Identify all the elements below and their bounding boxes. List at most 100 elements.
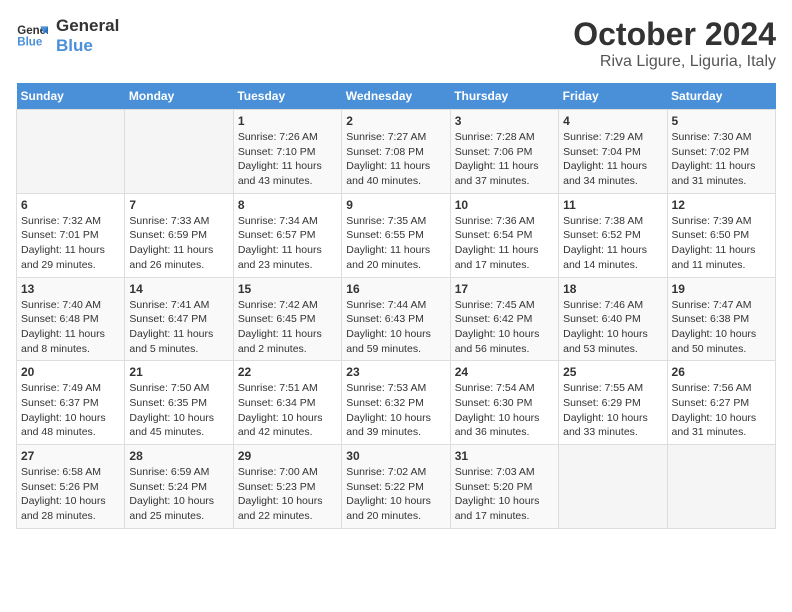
calendar-cell: 26Sunrise: 7:56 AMSunset: 6:27 PMDayligh… xyxy=(667,361,775,445)
calendar-cell: 30 Sunrise: 7:02 AMSunset: 5:22 PMDayligh… xyxy=(342,445,450,529)
page-header: General Blue General Blue October 2024 R… xyxy=(16,16,776,71)
calendar-cell: 19 Sunrise: 7:47 AMSunset: 6:38 PMDayligh… xyxy=(667,277,775,361)
cell-details: Sunrise: 7:45 AMSunset: 6:42 PMDaylight:… xyxy=(455,298,554,357)
calendar-cell: 17 Sunrise: 7:45 AMSunset: 6:42 PMDayligh… xyxy=(450,277,558,361)
cell-details: Sunrise: 7:50 AMSunset: 6:35 PMDaylight:… xyxy=(129,381,228,440)
calendar-cell: 22Sunrise: 7:51 AMSunset: 6:34 PMDayligh… xyxy=(233,361,341,445)
cell-details: Sunrise: 7:41 AMSunset: 6:47 PMDaylight:… xyxy=(129,298,228,357)
calendar-cell xyxy=(17,110,125,194)
page-title: October 2024 xyxy=(573,16,776,53)
cell-details: Sunrise: 7:00 AMSunset: 5:23 PMDaylight:… xyxy=(238,465,337,524)
cell-details: Sunrise: 7:32 AMSunset: 7:01 PMDaylight:… xyxy=(21,214,120,273)
day-number: 13 xyxy=(21,282,120,296)
cell-details: Sunrise: 7:29 AMSunset: 7:04 PMDaylight:… xyxy=(563,130,662,189)
calendar-cell: 2 Sunrise: 7:27 AMSunset: 7:08 PMDaylight… xyxy=(342,110,450,194)
calendar-cell: 18Sunrise: 7:46 AMSunset: 6:40 PMDayligh… xyxy=(559,277,667,361)
day-number: 24 xyxy=(455,365,554,379)
calendar-cell xyxy=(559,445,667,529)
cell-details: Sunrise: 7:54 AMSunset: 6:30 PMDaylight:… xyxy=(455,381,554,440)
cell-details: Sunrise: 7:27 AMSunset: 7:08 PMDaylight:… xyxy=(346,130,445,189)
calendar-cell: 25 Sunrise: 7:55 AMSunset: 6:29 PMDayligh… xyxy=(559,361,667,445)
logo-line2: Blue xyxy=(56,36,119,56)
day-number: 25 xyxy=(563,365,662,379)
cell-details: Sunrise: 7:40 AMSunset: 6:48 PMDaylight:… xyxy=(21,298,120,357)
day-number: 4 xyxy=(563,114,662,128)
day-number: 19 xyxy=(672,282,771,296)
day-number: 27 xyxy=(21,449,120,463)
cell-details: Sunrise: 7:36 AMSunset: 6:54 PMDaylight:… xyxy=(455,214,554,273)
day-number: 5 xyxy=(672,114,771,128)
calendar-cell: 29 Sunrise: 7:00 AMSunset: 5:23 PMDayligh… xyxy=(233,445,341,529)
cell-details: Sunrise: 6:58 AMSunset: 5:26 PMDaylight:… xyxy=(21,465,120,524)
calendar-cell: 10 Sunrise: 7:36 AMSunset: 6:54 PMDayligh… xyxy=(450,193,558,277)
day-number: 23 xyxy=(346,365,445,379)
cell-details: Sunrise: 7:28 AMSunset: 7:06 PMDaylight:… xyxy=(455,130,554,189)
day-header-thursday: Thursday xyxy=(450,83,558,110)
cell-details: Sunrise: 7:02 AMSunset: 5:22 PMDaylight:… xyxy=(346,465,445,524)
day-number: 15 xyxy=(238,282,337,296)
calendar-cell: 14 Sunrise: 7:41 AMSunset: 6:47 PMDayligh… xyxy=(125,277,233,361)
day-header-monday: Monday xyxy=(125,83,233,110)
calendar-cell: 6 Sunrise: 7:32 AMSunset: 7:01 PMDaylight… xyxy=(17,193,125,277)
day-number: 30 xyxy=(346,449,445,463)
day-number: 16 xyxy=(346,282,445,296)
cell-details: Sunrise: 6:59 AMSunset: 5:24 PMDaylight:… xyxy=(129,465,228,524)
calendar-cell: 28 Sunrise: 6:59 AMSunset: 5:24 PMDayligh… xyxy=(125,445,233,529)
calendar-cell: 21 Sunrise: 7:50 AMSunset: 6:35 PMDayligh… xyxy=(125,361,233,445)
cell-details: Sunrise: 7:55 AMSunset: 6:29 PMDaylight:… xyxy=(563,381,662,440)
cell-details: Sunrise: 7:26 AMSunset: 7:10 PMDaylight:… xyxy=(238,130,337,189)
cell-details: Sunrise: 7:49 AMSunset: 6:37 PMDaylight:… xyxy=(21,381,120,440)
page-subtitle: Riva Ligure, Liguria, Italy xyxy=(573,53,776,71)
day-number: 12 xyxy=(672,198,771,212)
day-number: 18 xyxy=(563,282,662,296)
calendar-cell: 8Sunrise: 7:34 AMSunset: 6:57 PMDaylight… xyxy=(233,193,341,277)
day-number: 3 xyxy=(455,114,554,128)
day-number: 9 xyxy=(346,198,445,212)
day-number: 2 xyxy=(346,114,445,128)
calendar-cell: 11Sunrise: 7:38 AMSunset: 6:52 PMDayligh… xyxy=(559,193,667,277)
day-header-wednesday: Wednesday xyxy=(342,83,450,110)
cell-details: Sunrise: 7:35 AMSunset: 6:55 PMDaylight:… xyxy=(346,214,445,273)
calendar-cell: 20Sunrise: 7:49 AMSunset: 6:37 PMDayligh… xyxy=(17,361,125,445)
svg-text:Blue: Blue xyxy=(17,37,43,49)
day-number: 6 xyxy=(21,198,120,212)
day-number: 29 xyxy=(238,449,337,463)
cell-details: Sunrise: 7:42 AMSunset: 6:45 PMDaylight:… xyxy=(238,298,337,357)
day-number: 28 xyxy=(129,449,228,463)
day-number: 21 xyxy=(129,365,228,379)
day-number: 10 xyxy=(455,198,554,212)
calendar-cell: 24 Sunrise: 7:54 AMSunset: 6:30 PMDayligh… xyxy=(450,361,558,445)
day-number: 14 xyxy=(129,282,228,296)
day-header-sunday: Sunday xyxy=(17,83,125,110)
logo-icon: General Blue xyxy=(16,20,48,52)
logo-line1: General xyxy=(56,16,119,36)
day-number: 1 xyxy=(238,114,337,128)
day-header-saturday: Saturday xyxy=(667,83,775,110)
calendar-cell: 5 Sunrise: 7:30 AMSunset: 7:02 PMDaylight… xyxy=(667,110,775,194)
calendar-cell: 3 Sunrise: 7:28 AMSunset: 7:06 PMDaylight… xyxy=(450,110,558,194)
calendar-cell: 23Sunrise: 7:53 AMSunset: 6:32 PMDayligh… xyxy=(342,361,450,445)
title-block: October 2024 Riva Ligure, Liguria, Italy xyxy=(573,16,776,71)
calendar-cell: 12Sunrise: 7:39 AMSunset: 6:50 PMDayligh… xyxy=(667,193,775,277)
day-number: 7 xyxy=(129,198,228,212)
logo: General Blue General Blue xyxy=(16,16,119,56)
calendar-cell xyxy=(667,445,775,529)
calendar-cell: 9 Sunrise: 7:35 AMSunset: 6:55 PMDaylight… xyxy=(342,193,450,277)
cell-details: Sunrise: 7:44 AMSunset: 6:43 PMDaylight:… xyxy=(346,298,445,357)
cell-details: Sunrise: 7:33 AMSunset: 6:59 PMDaylight:… xyxy=(129,214,228,273)
day-number: 11 xyxy=(563,198,662,212)
calendar-cell: 15 Sunrise: 7:42 AMSunset: 6:45 PMDayligh… xyxy=(233,277,341,361)
calendar-cell: 1 Sunrise: 7:26 AMSunset: 7:10 PMDaylight… xyxy=(233,110,341,194)
calendar-cell: 31 Sunrise: 7:03 AMSunset: 5:20 PMDayligh… xyxy=(450,445,558,529)
calendar-table: SundayMondayTuesdayWednesdayThursdayFrid… xyxy=(16,83,776,529)
cell-details: Sunrise: 7:03 AMSunset: 5:20 PMDaylight:… xyxy=(455,465,554,524)
day-number: 31 xyxy=(455,449,554,463)
day-header-friday: Friday xyxy=(559,83,667,110)
cell-details: Sunrise: 7:30 AMSunset: 7:02 PMDaylight:… xyxy=(672,130,771,189)
calendar-cell: 13 Sunrise: 7:40 AMSunset: 6:48 PMDayligh… xyxy=(17,277,125,361)
cell-details: Sunrise: 7:47 AMSunset: 6:38 PMDaylight:… xyxy=(672,298,771,357)
day-number: 17 xyxy=(455,282,554,296)
calendar-cell: 4 Sunrise: 7:29 AMSunset: 7:04 PMDaylight… xyxy=(559,110,667,194)
calendar-cell: 27 Sunrise: 6:58 AMSunset: 5:26 PMDayligh… xyxy=(17,445,125,529)
day-number: 8 xyxy=(238,198,337,212)
